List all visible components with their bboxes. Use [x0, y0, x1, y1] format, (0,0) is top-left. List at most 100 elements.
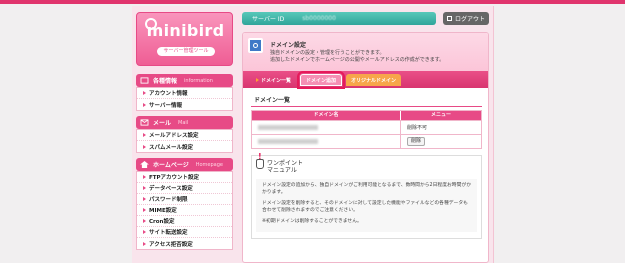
sidebar-item-cron[interactable]: Cron設定 [137, 216, 232, 227]
tip-paragraph: ドメイン設定の追加から、独自ドメインがご利用可能となるまで、数時間から2日程度お… [262, 183, 471, 195]
arrow-right-icon [143, 219, 146, 223]
sidebar-section-mail: メール Mail [136, 116, 233, 129]
sidebar-item-access-deny[interactable]: アクセス拒否設定 [137, 238, 232, 249]
arrow-right-icon [143, 144, 146, 149]
content-area: ドメイン一覧 ドメイン名 メニュー 削除不可 削除 ! ワンポイント マニュアル [251, 93, 482, 239]
delete-button[interactable]: 削除 [407, 137, 426, 146]
arrow-right-icon [256, 78, 259, 82]
domain-icon [248, 38, 263, 53]
sidebar-item-mime[interactable]: MIME設定 [137, 205, 232, 216]
description-line: 独自ドメインの設定・管理を行うことができます。 [270, 50, 385, 56]
info-icon [140, 77, 149, 84]
tab-domain-add[interactable]: ドメイン追加 [297, 71, 346, 89]
tab-original-domain[interactable]: オリジナルドメイン [346, 74, 402, 86]
tip-body: ドメイン設定の追加から、独自ドメインがご利用可能となるまで、数時間から2日程度お… [256, 179, 477, 232]
menu-cell: 削除 [401, 135, 481, 148]
tab-label: ドメイン追加 [306, 77, 337, 84]
tab-bar: ドメイン一覧 ドメイン追加 オリジナルドメイン [243, 71, 488, 89]
sidebar-item-account-info[interactable]: アカウント情報 [137, 88, 232, 99]
section-title-en: information [184, 77, 213, 84]
server-id-bar: サーバー ID sb0000000 [242, 12, 436, 25]
menu-label: サーバー情報 [149, 102, 182, 109]
domain-cell [252, 121, 401, 134]
table-header: ドメイン名 メニュー [252, 111, 481, 120]
arrow-right-icon [143, 241, 146, 246]
logout-button[interactable]: ログアウト [443, 12, 489, 25]
redacted-domain [258, 139, 318, 144]
redacted-domain [258, 125, 318, 130]
sidebar: 各種情報 information アカウント情報 サーバー情報 メール Mail… [136, 74, 233, 255]
sidebar-item-password[interactable]: パスワード制限 [137, 194, 232, 205]
section-title: ホームページ [153, 162, 189, 169]
tip-paragraph: ドメイン設定を削除すると、そのドメインに対して設定した機能やファイルなどの各種デ… [262, 201, 468, 213]
section-title-en: Homepage [195, 161, 223, 168]
sidebar-item-redirect[interactable]: サイト転送設定 [137, 227, 232, 238]
arrow-right-icon [143, 197, 146, 201]
arrow-right-icon [143, 230, 146, 234]
sidebar-section-info: 各種情報 information [136, 74, 233, 87]
domain-table: ドメイン名 メニュー 削除不可 削除 [251, 110, 482, 149]
page-title: ドメイン設定 [270, 42, 307, 49]
section-title-en: Mail [178, 119, 189, 126]
page-edge [493, 6, 494, 263]
logout-label: ログアウト [454, 16, 485, 23]
arrow-right-icon [143, 133, 146, 137]
menu-label: MIME設定 [149, 208, 177, 214]
description-line: 追加したドメインでホームページの公開やメールアドレスの作成ができます。 [270, 57, 445, 63]
tab-label: ドメイン一覧 [261, 77, 292, 84]
tip-note: ※初期ドメインは削除することができません。 [262, 219, 362, 224]
logo-text: minibird [146, 21, 225, 40]
cannot-delete-text: 削除不可 [407, 125, 428, 131]
arrow-right-icon [143, 186, 146, 190]
minibird-logo[interactable]: minibird サーバー管理ツール [136, 12, 233, 66]
menu-group-info: アカウント情報 サーバー情報 [136, 87, 233, 111]
sidebar-section-homepage: ホームページ Homepage [136, 158, 233, 171]
arrow-right-icon [143, 208, 146, 212]
menu-cell: 削除不可 [401, 121, 481, 134]
sidebar-item-ftp[interactable]: FTPアカウント設定 [137, 172, 232, 183]
menu-label: FTPアカウント設定 [149, 175, 200, 181]
column-menu: メニュー [430, 112, 451, 118]
menu-label: メールアドレス設定 [149, 133, 199, 139]
arrow-right-icon [143, 102, 146, 107]
column-domain: ドメイン名 [252, 111, 401, 120]
sidebar-item-database[interactable]: データベース設定 [137, 183, 232, 194]
tip-title: ワンポイント マニュアル [267, 159, 303, 174]
server-id-label: サーバー ID [252, 16, 285, 23]
menu-label: Cron設定 [149, 219, 175, 225]
arrow-right-icon [143, 175, 146, 179]
menu-group-mail: メールアドレス設定 スパムメール設定 [136, 129, 233, 153]
logout-icon [446, 16, 452, 21]
domain-cell [252, 135, 401, 148]
sidebar-item-mail-address[interactable]: メールアドレス設定 [137, 130, 232, 141]
one-point-manual: ! ワンポイント マニュアル ドメイン設定の追加から、独自ドメインがご利用可能と… [251, 152, 482, 239]
page-description: 独自ドメインの設定・管理を行うことができます。 追加したドメインでホームページの… [270, 50, 444, 64]
tip-title-line: マニュアル [267, 167, 297, 174]
top-accent-bar [0, 0, 625, 4]
menu-label: スパムメール設定 [149, 144, 194, 151]
home-icon [140, 161, 149, 168]
menu-label: アカウント情報 [149, 91, 188, 97]
section-title: メール [153, 120, 172, 127]
sidebar-item-spam-mail[interactable]: スパムメール設定 [137, 141, 232, 152]
pointing-hand-icon: ! [256, 152, 264, 169]
server-id-value: sb0000000 [302, 15, 336, 22]
mail-icon [140, 119, 149, 126]
tab-label: オリジナルドメイン [351, 77, 397, 84]
tip-header: ! ワンポイント マニュアル [256, 152, 477, 179]
arrow-right-icon [143, 91, 146, 95]
sidebar-item-server-info[interactable]: サーバー情報 [137, 99, 232, 110]
main-panel: ドメイン設定 独自ドメインの設定・管理を行うことができます。 追加したドメインで… [242, 32, 489, 263]
section-title: 各種情報 [153, 78, 178, 85]
menu-group-homepage: FTPアカウント設定 データベース設定 パスワード制限 MIME設定 Cron設… [136, 171, 233, 250]
menu-label: アクセス拒否設定 [149, 241, 193, 248]
section-title: ドメイン一覧 [251, 93, 482, 107]
tab-domain-list[interactable]: ドメイン一覧 [251, 74, 296, 86]
logo-subtitle: サーバー管理ツール [157, 47, 215, 56]
table-row: 削除 [252, 134, 481, 148]
menu-label: データベース設定 [149, 186, 193, 192]
menu-label: パスワード制限 [149, 197, 188, 203]
tip-title-line: ワンポイント [267, 160, 304, 167]
menu-label: サイト転送設定 [149, 230, 188, 236]
table-row: 削除不可 [252, 120, 481, 134]
